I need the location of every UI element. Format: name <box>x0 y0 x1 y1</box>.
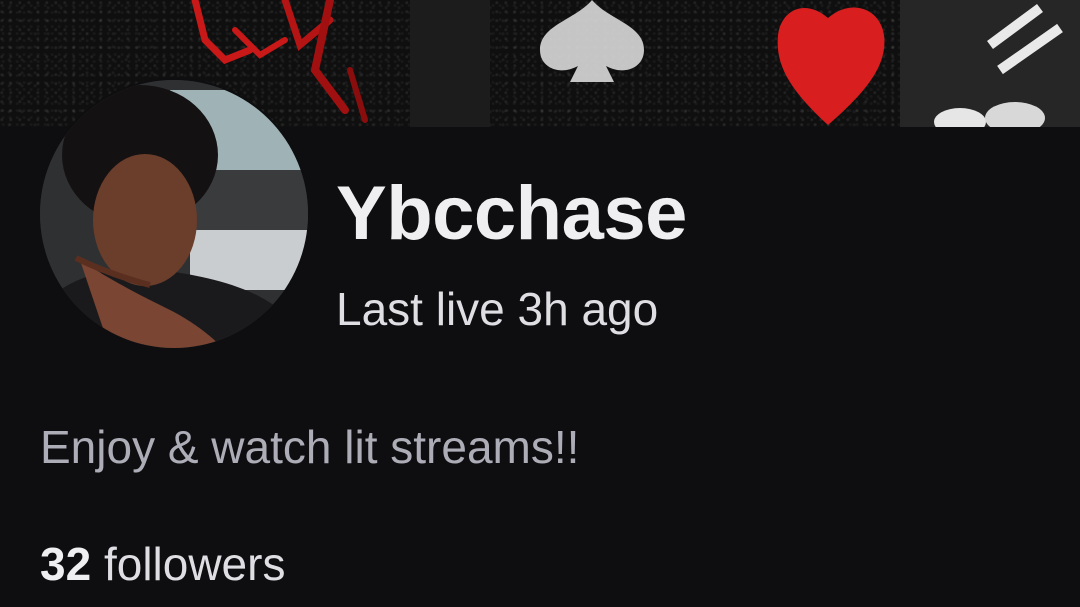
followers-number: 32 <box>40 538 92 590</box>
channel-name: Ybcchase <box>336 171 687 256</box>
channel-bio: Enjoy & watch lit streams!! <box>40 421 580 473</box>
last-live-status: Last live 3h ago <box>336 283 659 335</box>
avatar[interactable] <box>38 78 310 350</box>
avatar-photo <box>40 80 308 348</box>
followers-count[interactable]: 32 followers <box>40 534 285 594</box>
channel-profile-page: Ybcchase Last live 3h ago Enjoy & watch … <box>0 0 1080 607</box>
followers-label: followers <box>103 538 286 590</box>
